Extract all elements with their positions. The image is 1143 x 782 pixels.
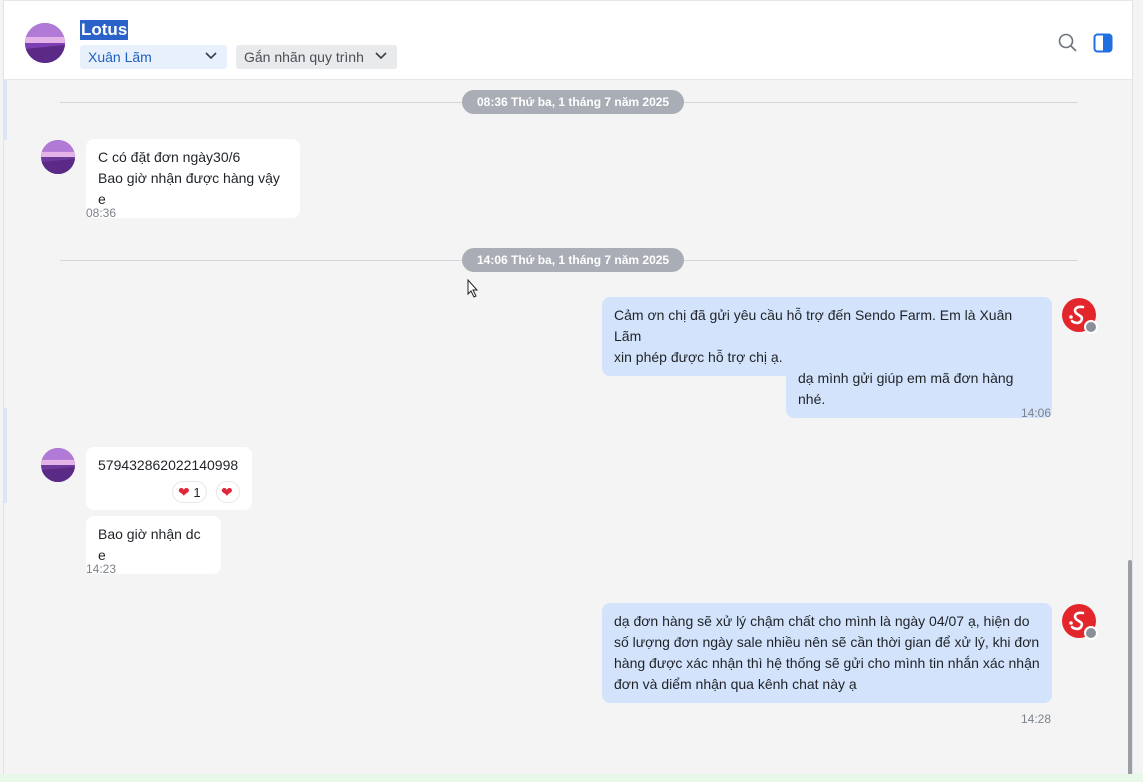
message-text: hàng được xác nhận thì hệ thống sẽ gửi c… [614, 655, 1040, 671]
assignee-label: Xuân Lãm [88, 49, 152, 65]
customer-avatar [41, 448, 75, 482]
agent-avatar [1062, 604, 1098, 640]
message-text: đơn và diểm nhận qua kênh chat này ạ [614, 676, 857, 692]
outgoing-message[interactable]: dạ mình gửi giúp em mã đơn hàng nhé. [786, 360, 1052, 418]
mouse-cursor-icon [467, 279, 479, 298]
message-text: dạ đơn hàng sẽ xử lý chậm chất cho mình … [614, 613, 1030, 629]
message-time: 14:28 [1021, 712, 1052, 726]
reaction-count-label: 1 [193, 485, 201, 500]
composer-edge [0, 774, 1143, 782]
message-text: số lượng đơn ngày sale nhiều nên sẽ cần … [614, 634, 1040, 650]
message-time: 14:23 [86, 562, 117, 576]
date-separator: 14:06 Thứ ba, 1 tháng 7 năm 2025 [462, 248, 685, 272]
add-reaction-button[interactable]: ❤ [216, 481, 240, 503]
message-text: 579432862022140998 [98, 457, 239, 473]
process-tag-dropdown[interactable]: Gắn nhãn quy trình [236, 45, 397, 69]
heart-icon: ❤ [178, 484, 190, 500]
message-text: dạ mình gửi giúp em mã đơn hàng nhé. [798, 370, 1014, 407]
message-text: Bao giờ nhận được hàng vậy e [98, 170, 280, 207]
date-separator: 08:36 Thứ ba, 1 tháng 7 năm 2025 [462, 90, 685, 114]
message-text: Cảm ơn chị đã gửi yêu cầu hỗ trợ đến Sen… [614, 307, 1013, 344]
search-icon[interactable] [1058, 33, 1078, 53]
assignee-dropdown[interactable]: Xuân Lãm [80, 45, 227, 69]
agent-avatar [1062, 298, 1098, 334]
incoming-message[interactable]: C có đặt đơn ngày30/6 Bao giờ nhận được … [86, 139, 300, 218]
contact-name[interactable]: Lotus [80, 20, 129, 40]
reaction-count[interactable]: ❤ 1 [172, 481, 207, 503]
side-panel-icon[interactable] [1093, 33, 1113, 53]
agent-status-badge [1084, 320, 1098, 334]
agent-status-badge [1084, 626, 1098, 640]
chat-header: Lotus Xuân Lãm Gắn nhãn quy trình [4, 0, 1132, 80]
message-time: 14:06 [1021, 406, 1052, 420]
chevron-down-icon [375, 52, 387, 60]
sidebar-edge [4, 80, 7, 140]
heart-icon: ❤ [221, 484, 233, 500]
chevron-down-icon [205, 52, 217, 60]
message-time: 08:36 [86, 206, 117, 220]
process-tag-label: Gắn nhãn quy trình [244, 49, 364, 65]
chat-window: Lotus Xuân Lãm Gắn nhãn quy trình 08:36 … [3, 0, 1133, 782]
message-text: Bao giờ nhận dc e [98, 526, 201, 563]
customer-avatar [41, 140, 75, 174]
message-text: C có đặt đơn ngày30/6 [98, 149, 241, 165]
contact-avatar[interactable] [25, 23, 65, 63]
sidebar-edge [4, 408, 7, 503]
outgoing-message[interactable]: dạ đơn hàng sẽ xử lý chậm chất cho mình … [602, 603, 1052, 703]
scrollbar-thumb[interactable] [1128, 560, 1132, 775]
